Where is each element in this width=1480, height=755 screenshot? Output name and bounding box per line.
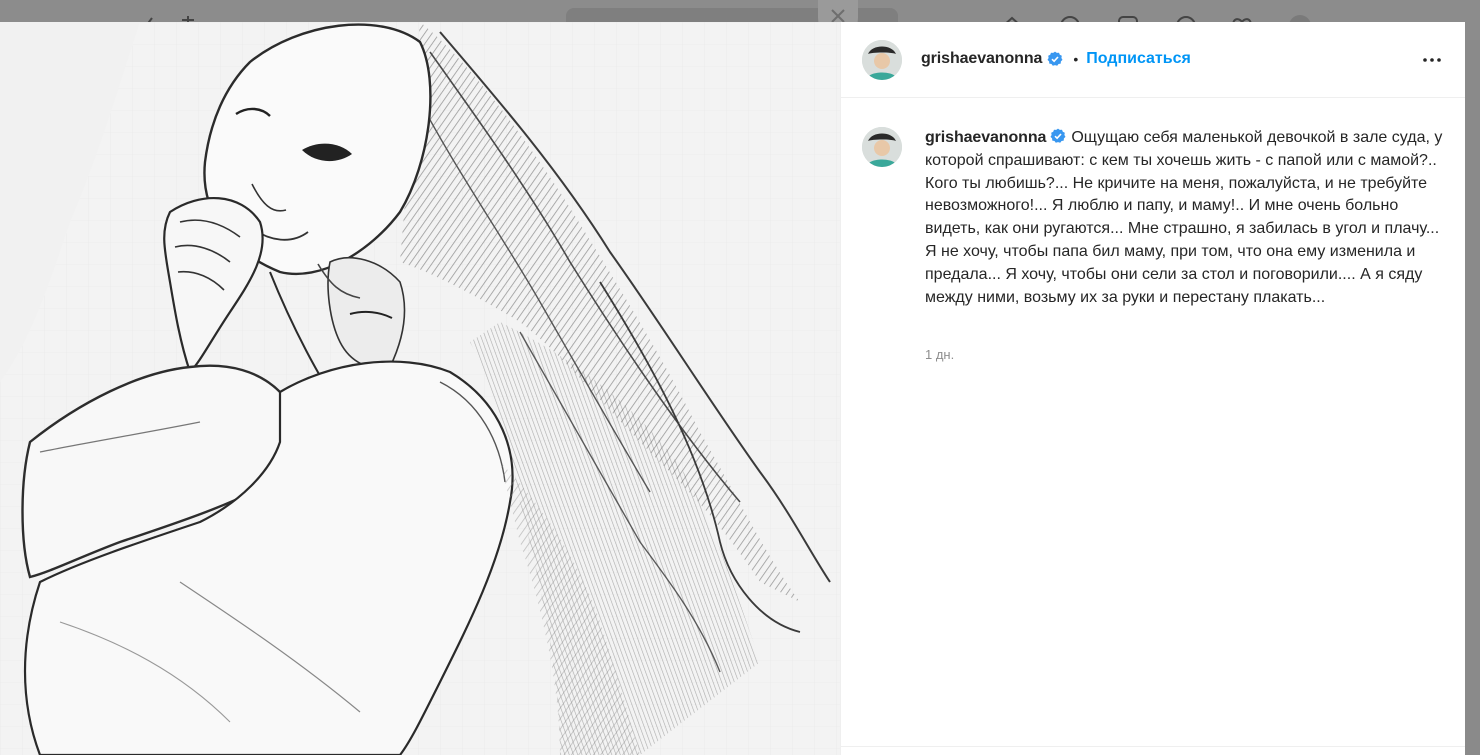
caption-author-avatar[interactable] <box>862 127 902 167</box>
author-username[interactable]: grishaevanonna <box>921 50 1042 68</box>
caption-text-block: grishaevanonna Ощущаю себя маленькой дево… <box>925 127 1445 309</box>
author-avatar[interactable] <box>862 40 902 80</box>
divider <box>841 746 1465 747</box>
post-sidebar: grishaevanonna • Подписаться grishaevano… <box>840 22 1465 755</box>
verified-badge-icon <box>1047 51 1063 66</box>
background-scroll-strip <box>1466 40 1480 755</box>
post-image <box>0 22 840 755</box>
avatar-image <box>862 127 902 167</box>
pencil-sketch-drawing <box>0 22 840 755</box>
verified-badge-icon <box>1050 128 1066 143</box>
caption-text: Ощущаю себя маленькой девочкой в зале су… <box>925 129 1443 306</box>
avatar-image <box>862 40 902 80</box>
caption-username[interactable]: grishaevanonna <box>925 129 1046 146</box>
header-meta: grishaevanonna • Подписаться <box>921 48 1191 70</box>
separator-dot: • <box>1073 51 1079 67</box>
post-header: grishaevanonna • Подписаться <box>841 22 1465 98</box>
more-options-icon[interactable] <box>1420 48 1444 72</box>
follow-button[interactable]: Подписаться <box>1086 50 1191 68</box>
post-modal: grishaevanonna • Подписаться grishaevano… <box>0 22 1465 755</box>
post-timestamp[interactable]: 1 дн. <box>925 347 954 362</box>
